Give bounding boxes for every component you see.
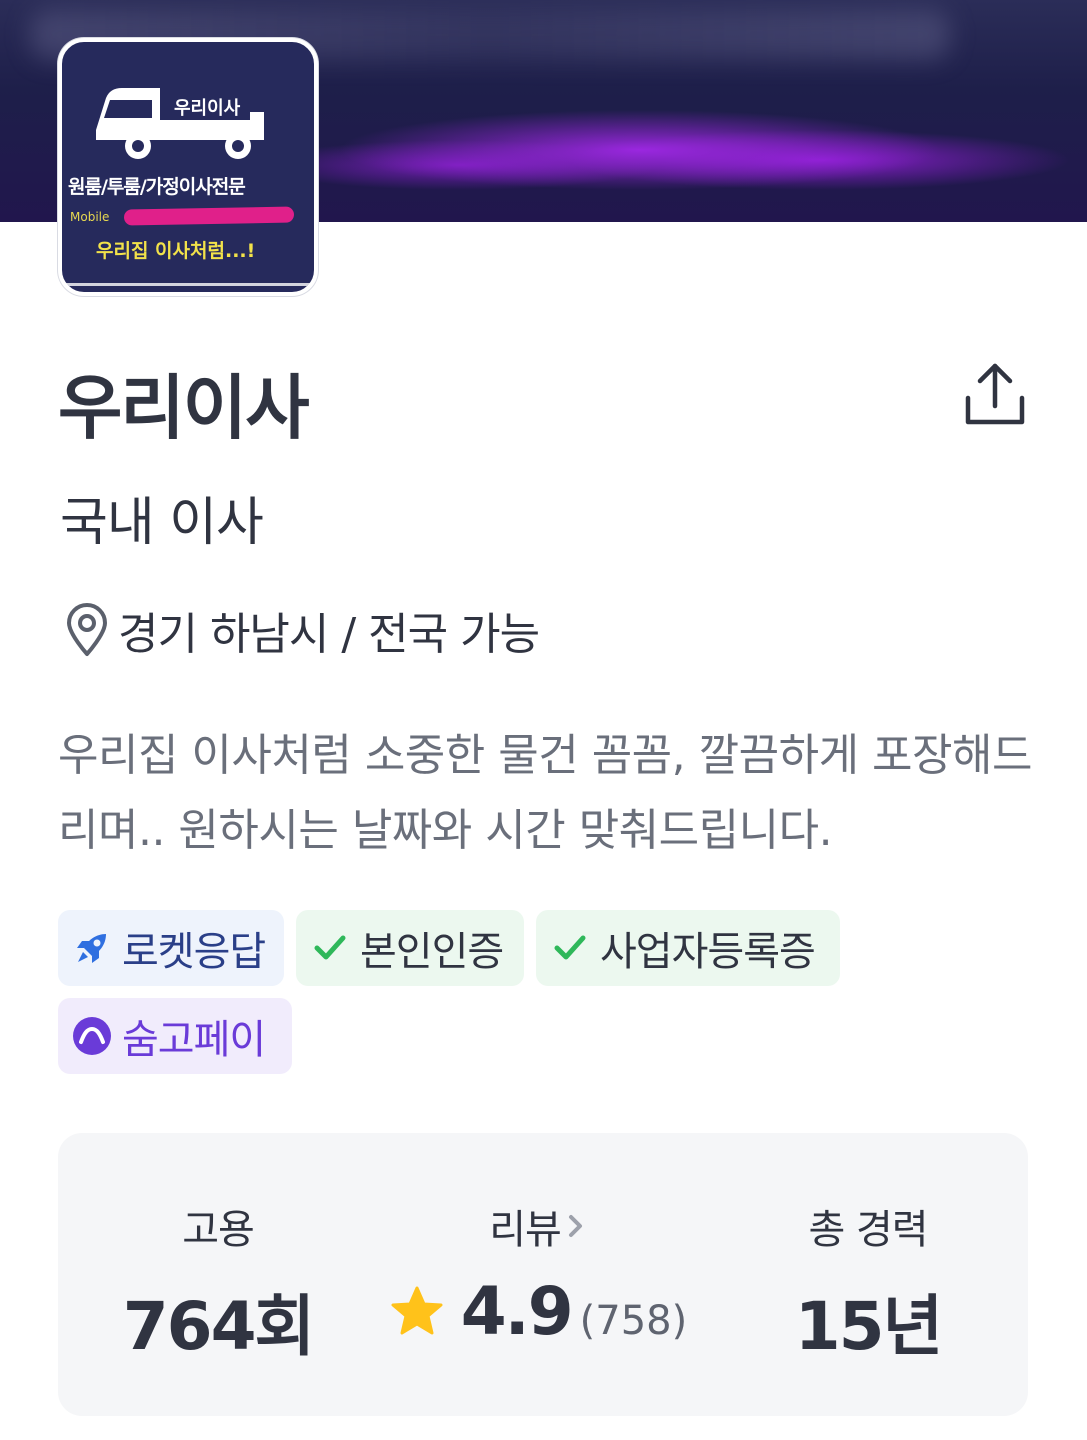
stat-reviews-label: 리뷰: [489, 1207, 562, 1253]
stat-rating-row: 4.9 (758): [378, 1273, 698, 1350]
stat-hires-label: 고용: [182, 1207, 255, 1253]
profile-logo: 우리이사 원룸/투룸/가정이사전문 Mobile 우리집 이사처럼...!: [58, 38, 318, 296]
stat-reviews[interactable]: 리뷰 4.9 (758): [378, 1133, 698, 1416]
location-text: 경기 하남시 / 전국 가능: [118, 609, 540, 660]
stat-reviews-link[interactable]: 리뷰: [378, 1197, 698, 1255]
share-icon: [965, 363, 1025, 425]
redacted-phone-number: [123, 206, 295, 226]
logo-tagline: 원룸/투룸/가정이사전문: [68, 176, 246, 198]
location-pin-icon: [67, 603, 107, 656]
badge-pay-label: 숨고페이: [122, 1017, 266, 1063]
rating-value: 4.9: [460, 1273, 574, 1350]
stat-hires-value: 764회: [122, 1288, 316, 1365]
stat-career-label: 총 경력: [808, 1207, 928, 1253]
share-button[interactable]: [960, 360, 1030, 430]
stat-hires: 고용 764회: [78, 1133, 358, 1416]
stats-panel: 고용 764회 리뷰 4.9 (758) 총 경력 15년: [58, 1133, 1028, 1416]
star-icon: [391, 1286, 443, 1334]
location-row: 경기 하남시 / 전국 가능: [64, 600, 540, 660]
stat-career-value: 15년: [794, 1288, 944, 1365]
badge-soomgo-pay: 숨고페이: [58, 998, 292, 1074]
soomgo-pay-icon: [72, 1016, 112, 1056]
badge-business-registration: 사업자등록증: [536, 910, 840, 986]
badge-rocket-label: 로켓응답: [122, 929, 266, 975]
check-icon: [310, 928, 350, 968]
badge-business-label: 사업자등록증: [600, 929, 816, 975]
badge-rocket-response: 로켓응답: [58, 910, 284, 986]
logo-slogan: 우리집 이사처럼...!: [96, 240, 256, 262]
page-title: 우리이사: [58, 367, 310, 449]
profile-description: 우리집 이사처럼 소중한 물건 꼼꼼, 깔끔하게 포장해드리며.. 원하시는 날…: [58, 730, 1032, 856]
logo-mobile-label: Mobile: [70, 210, 110, 224]
rocket-icon: [72, 928, 112, 968]
check-icon: [550, 928, 590, 968]
logo-brand-text: 우리이사: [174, 98, 241, 119]
logo-divider: [62, 283, 314, 286]
review-count: (758): [579, 1298, 688, 1344]
service-category: 국내 이사: [60, 493, 264, 553]
stat-career: 총 경력 15년: [723, 1133, 1013, 1416]
badge-identity-verified: 본인인증: [296, 910, 524, 986]
chevron-right-icon: [568, 1215, 582, 1237]
badge-identity-label: 본인인증: [360, 929, 504, 975]
